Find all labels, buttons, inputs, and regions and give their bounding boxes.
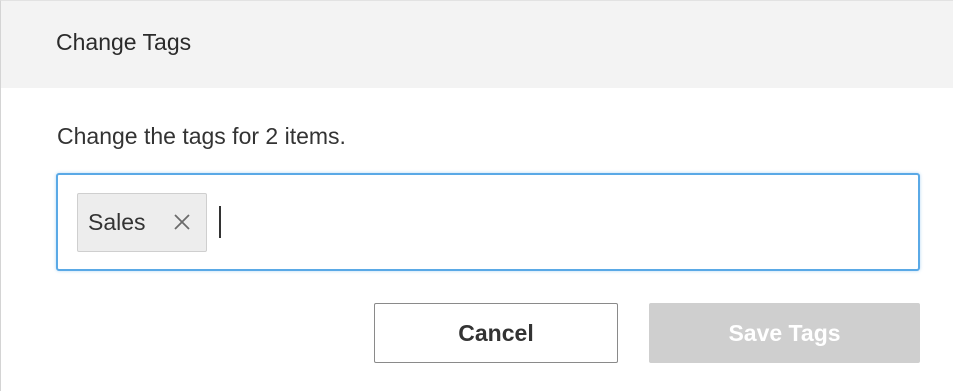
tag-chip-sales: Sales [77, 192, 207, 252]
cancel-button[interactable]: Cancel [374, 303, 618, 363]
close-icon[interactable] [172, 212, 192, 232]
dialog-title: Change Tags [56, 29, 192, 55]
text-cursor [218, 206, 221, 238]
change-tags-dialog: Change Tags Change the tags for 2 items.… [0, 0, 953, 391]
tag-label: Sales [88, 208, 146, 235]
dialog-header: Change Tags [1, 1, 953, 88]
dialog-message: Change the tags for 2 items. [57, 123, 346, 149]
tags-input-field[interactable]: Sales [56, 173, 920, 271]
save-tags-button[interactable]: Save Tags [649, 303, 920, 363]
